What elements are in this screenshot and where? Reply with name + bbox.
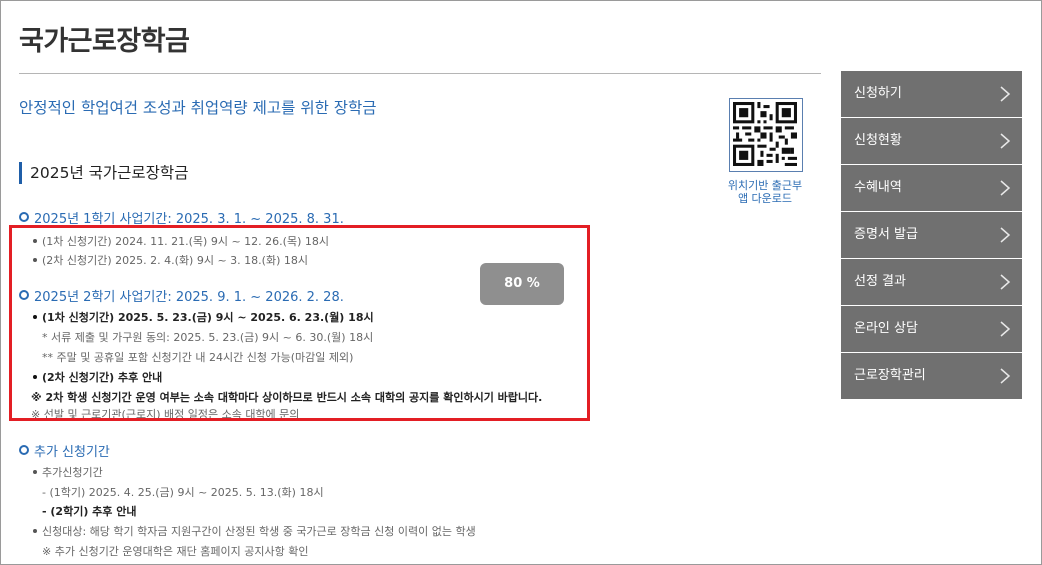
additional-item2-note: ※ 추가 신청기간 운영대학은 재단 홈페이지 공지사항 확인 <box>42 545 309 558</box>
highlight-box <box>9 225 590 421</box>
sidebar-item-certificate[interactable]: 증명서 발급 <box>841 212 1022 258</box>
section-heading: 2025년 국가근로장학금 <box>19 162 188 184</box>
chevron-right-icon <box>1000 274 1011 290</box>
sidebar-item-label: 근로장학관리 <box>854 368 926 383</box>
sidebar-item-label: 선정 결과 <box>854 274 906 289</box>
qr-caption-line1: 위치기반 출근부 <box>727 179 803 192</box>
qr-code[interactable] <box>729 98 803 172</box>
chevron-right-icon <box>1000 133 1011 149</box>
circle-bullet-icon <box>19 445 29 455</box>
sidebar-item-online-consult[interactable]: 온라인 상담 <box>841 306 1022 352</box>
sidebar-item-benefits[interactable]: 수혜내역 <box>841 165 1022 211</box>
page-title: 국가근로장학금 <box>19 26 190 57</box>
page-frame: 국가근로장학금 안정적인 학업여건 조성과 취업역량 제고를 위한 장학금 20… <box>0 0 1042 565</box>
zoom-level-badge: 80 % <box>480 263 564 305</box>
page-subtitle: 안정적인 학업여건 조성과 취업역량 제고를 위한 장학금 <box>19 99 377 117</box>
additional-item1-sub2: - (2학기) 추후 안내 <box>42 505 137 518</box>
additional-item2: 신청대상: 해당 학기 학자금 지원구간이 산정된 학생 중 국가근로 장학금 … <box>33 523 476 539</box>
additional-heading-text: 추가 신청기간 <box>34 445 110 460</box>
sidebar-item-apply[interactable]: 신청하기 <box>841 71 1022 117</box>
sidebar-item-label: 신청현황 <box>854 133 902 148</box>
bullet-icon <box>33 470 37 474</box>
chevron-right-icon <box>1000 321 1011 337</box>
sidebar-item-work-management[interactable]: 근로장학관리 <box>841 353 1022 399</box>
sidebar-item-label: 증명서 발급 <box>854 227 918 242</box>
sidebar-item-label: 수혜내역 <box>854 180 902 195</box>
qr-code-icon <box>733 102 797 166</box>
chevron-right-icon <box>1000 86 1011 102</box>
sidebar-item-status[interactable]: 신청현황 <box>841 118 1022 164</box>
chevron-right-icon <box>1000 368 1011 384</box>
additional-item1: 추가신청기간 <box>33 464 103 480</box>
sidebar-item-label: 온라인 상담 <box>854 321 918 336</box>
sidebar-item-selection-result[interactable]: 선정 결과 <box>841 259 1022 305</box>
sidebar-menu: 신청하기 신청현황 수혜내역 증명서 발급 선정 결과 온라인 상담 근로장학관… <box>841 71 1022 400</box>
qr-caption[interactable]: 위치기반 출근부 앱 다운로드 <box>713 179 817 205</box>
additional-item2-text: 신청대상: 해당 학기 학자금 지원구간이 산정된 학생 중 국가근로 장학금 … <box>42 525 476 538</box>
bullet-icon <box>33 529 37 533</box>
chevron-right-icon <box>1000 227 1011 243</box>
qr-caption-line2: 앱 다운로드 <box>737 192 793 205</box>
additional-item1-text: 추가신청기간 <box>42 466 103 479</box>
additional-heading: 추가 신청기간 <box>19 441 110 460</box>
additional-item1-sub1: - (1학기) 2025. 4. 25.(금) 9시 ~ 2025. 5. 13… <box>42 486 324 499</box>
sidebar-item-label: 신청하기 <box>854 86 902 101</box>
title-divider <box>19 73 821 74</box>
chevron-right-icon <box>1000 180 1011 196</box>
circle-bullet-icon <box>19 212 29 222</box>
